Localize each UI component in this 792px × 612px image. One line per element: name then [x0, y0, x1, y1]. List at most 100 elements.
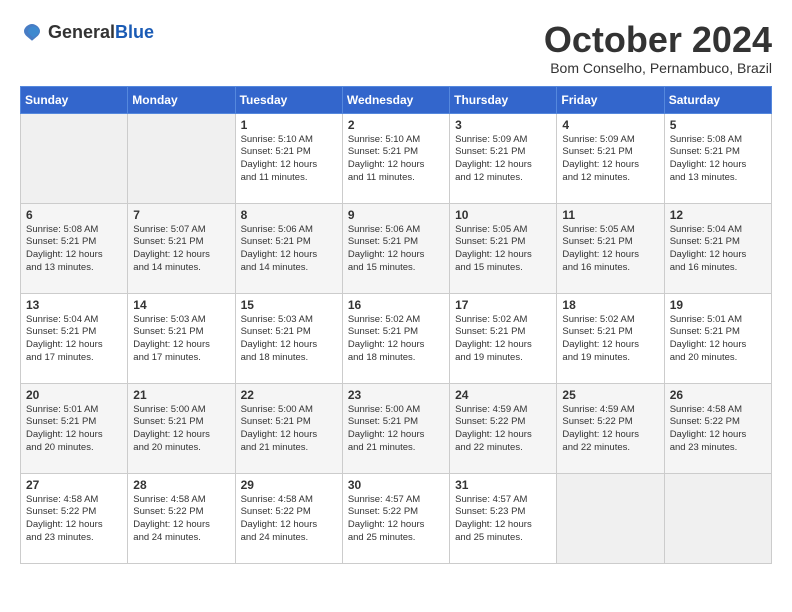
day-info: Sunrise: 5:00 AM Sunset: 5:21 PM Dayligh… [241, 404, 337, 455]
calendar-table: SundayMondayTuesdayWednesdayThursdayFrid… [20, 86, 772, 564]
day-info: Sunrise: 5:01 AM Sunset: 5:21 PM Dayligh… [670, 314, 766, 365]
day-info: Sunrise: 5:07 AM Sunset: 5:21 PM Dayligh… [133, 224, 229, 275]
day-number: 22 [241, 388, 337, 402]
calendar-cell: 28 Sunrise: 4:58 AM Sunset: 5:22 PM Dayli… [128, 473, 235, 563]
weekday-header-friday: Friday [557, 86, 664, 113]
calendar-cell: 2 Sunrise: 5:10 AM Sunset: 5:21 PM Daylig… [342, 113, 449, 203]
calendar-cell: 20 Sunrise: 5:01 AM Sunset: 5:21 PM Dayli… [21, 383, 128, 473]
day-number: 21 [133, 388, 229, 402]
day-info: Sunrise: 4:57 AM Sunset: 5:22 PM Dayligh… [348, 494, 444, 545]
calendar-cell [128, 113, 235, 203]
day-number: 8 [241, 208, 337, 222]
calendar-cell: 11 Sunrise: 5:05 AM Sunset: 5:21 PM Dayli… [557, 203, 664, 293]
weekday-header-thursday: Thursday [450, 86, 557, 113]
title-block: October 2024 Bom Conselho, Pernambuco, B… [544, 20, 772, 76]
day-info: Sunrise: 5:04 AM Sunset: 5:21 PM Dayligh… [26, 314, 122, 365]
calendar-cell [664, 473, 771, 563]
day-info: Sunrise: 5:09 AM Sunset: 5:21 PM Dayligh… [562, 134, 658, 185]
calendar-cell: 5 Sunrise: 5:08 AM Sunset: 5:21 PM Daylig… [664, 113, 771, 203]
day-number: 27 [26, 478, 122, 492]
day-info: Sunrise: 5:10 AM Sunset: 5:21 PM Dayligh… [348, 134, 444, 185]
weekday-header-tuesday: Tuesday [235, 86, 342, 113]
calendar-cell: 24Sunrise: 4:59 AM Sunset: 5:22 PM Dayli… [450, 383, 557, 473]
day-number: 6 [26, 208, 122, 222]
calendar-cell [21, 113, 128, 203]
day-info: Sunrise: 5:04 AM Sunset: 5:21 PM Dayligh… [670, 224, 766, 275]
calendar-cell: 31 Sunrise: 4:57 AM Sunset: 5:23 PM Dayli… [450, 473, 557, 563]
day-number: 5 [670, 118, 766, 132]
logo-general: General [48, 22, 115, 42]
day-number: 4 [562, 118, 658, 132]
day-number: 30 [348, 478, 444, 492]
day-number: 17 [455, 298, 551, 312]
calendar-week-row: 13Sunrise: 5:04 AM Sunset: 5:21 PM Dayli… [21, 293, 772, 383]
day-info: Sunrise: 4:59 AM Sunset: 5:22 PM Dayligh… [562, 404, 658, 455]
calendar-cell: 13Sunrise: 5:04 AM Sunset: 5:21 PM Dayli… [21, 293, 128, 383]
logo-text: GeneralBlue [48, 22, 154, 43]
day-info: Sunrise: 5:10 AM Sunset: 5:21 PM Dayligh… [241, 134, 337, 185]
day-info: Sunrise: 5:09 AM Sunset: 5:21 PM Dayligh… [455, 134, 551, 185]
calendar-cell: 29 Sunrise: 4:58 AM Sunset: 5:22 PM Dayli… [235, 473, 342, 563]
day-number: 15 [241, 298, 337, 312]
logo: GeneralBlue [20, 20, 154, 44]
day-info: Sunrise: 5:03 AM Sunset: 5:21 PM Dayligh… [133, 314, 229, 365]
logo-blue: Blue [115, 22, 154, 42]
calendar-cell: 3 Sunrise: 5:09 AM Sunset: 5:21 PM Daylig… [450, 113, 557, 203]
calendar-week-row: 6 Sunrise: 5:08 AM Sunset: 5:21 PM Daylig… [21, 203, 772, 293]
day-number: 28 [133, 478, 229, 492]
weekday-header-saturday: Saturday [664, 86, 771, 113]
day-info: Sunrise: 5:02 AM Sunset: 5:21 PM Dayligh… [348, 314, 444, 365]
day-number: 18 [562, 298, 658, 312]
day-info: Sunrise: 5:05 AM Sunset: 5:21 PM Dayligh… [562, 224, 658, 275]
calendar-cell: 14 Sunrise: 5:03 AM Sunset: 5:21 PM Dayli… [128, 293, 235, 383]
day-number: 14 [133, 298, 229, 312]
day-number: 23 [348, 388, 444, 402]
calendar-cell: 27 Sunrise: 4:58 AM Sunset: 5:22 PM Dayli… [21, 473, 128, 563]
logo-icon [20, 20, 44, 44]
day-number: 1 [241, 118, 337, 132]
calendar-cell: 1 Sunrise: 5:10 AM Sunset: 5:21 PM Daylig… [235, 113, 342, 203]
calendar-cell: 26 Sunrise: 4:58 AM Sunset: 5:22 PM Dayli… [664, 383, 771, 473]
day-number: 16 [348, 298, 444, 312]
day-info: Sunrise: 5:02 AM Sunset: 5:21 PM Dayligh… [562, 314, 658, 365]
calendar-cell: 19Sunrise: 5:01 AM Sunset: 5:21 PM Dayli… [664, 293, 771, 383]
location-title: Bom Conselho, Pernambuco, Brazil [544, 60, 772, 76]
weekday-header-monday: Monday [128, 86, 235, 113]
day-number: 31 [455, 478, 551, 492]
calendar-cell: 8Sunrise: 5:06 AM Sunset: 5:21 PM Daylig… [235, 203, 342, 293]
day-number: 7 [133, 208, 229, 222]
day-info: Sunrise: 4:59 AM Sunset: 5:22 PM Dayligh… [455, 404, 551, 455]
calendar-cell: 7 Sunrise: 5:07 AM Sunset: 5:21 PM Daylig… [128, 203, 235, 293]
calendar-cell: 17 Sunrise: 5:02 AM Sunset: 5:21 PM Dayli… [450, 293, 557, 383]
calendar-cell: 18 Sunrise: 5:02 AM Sunset: 5:21 PM Dayli… [557, 293, 664, 383]
calendar-cell: 22 Sunrise: 5:00 AM Sunset: 5:21 PM Dayli… [235, 383, 342, 473]
page-header: GeneralBlue October 2024 Bom Conselho, P… [20, 20, 772, 76]
day-number: 12 [670, 208, 766, 222]
day-number: 25 [562, 388, 658, 402]
day-info: Sunrise: 5:01 AM Sunset: 5:21 PM Dayligh… [26, 404, 122, 455]
day-info: Sunrise: 5:02 AM Sunset: 5:21 PM Dayligh… [455, 314, 551, 365]
day-number: 26 [670, 388, 766, 402]
day-info: Sunrise: 4:58 AM Sunset: 5:22 PM Dayligh… [670, 404, 766, 455]
day-number: 3 [455, 118, 551, 132]
day-info: Sunrise: 5:08 AM Sunset: 5:21 PM Dayligh… [670, 134, 766, 185]
day-number: 20 [26, 388, 122, 402]
day-info: Sunrise: 5:08 AM Sunset: 5:21 PM Dayligh… [26, 224, 122, 275]
day-number: 2 [348, 118, 444, 132]
calendar-week-row: 1 Sunrise: 5:10 AM Sunset: 5:21 PM Daylig… [21, 113, 772, 203]
calendar-cell: 15Sunrise: 5:03 AM Sunset: 5:21 PM Dayli… [235, 293, 342, 383]
weekday-header-row: SundayMondayTuesdayWednesdayThursdayFrid… [21, 86, 772, 113]
calendar-cell: 4 Sunrise: 5:09 AM Sunset: 5:21 PM Daylig… [557, 113, 664, 203]
weekday-header-sunday: Sunday [21, 86, 128, 113]
day-info: Sunrise: 4:58 AM Sunset: 5:22 PM Dayligh… [26, 494, 122, 545]
calendar-cell: 23Sunrise: 5:00 AM Sunset: 5:21 PM Dayli… [342, 383, 449, 473]
calendar-cell: 16 Sunrise: 5:02 AM Sunset: 5:21 PM Dayli… [342, 293, 449, 383]
day-number: 29 [241, 478, 337, 492]
day-info: Sunrise: 4:58 AM Sunset: 5:22 PM Dayligh… [133, 494, 229, 545]
day-info: Sunrise: 4:58 AM Sunset: 5:22 PM Dayligh… [241, 494, 337, 545]
day-info: Sunrise: 4:57 AM Sunset: 5:23 PM Dayligh… [455, 494, 551, 545]
month-title: October 2024 [544, 20, 772, 60]
calendar-cell [557, 473, 664, 563]
day-number: 11 [562, 208, 658, 222]
calendar-cell: 10Sunrise: 5:05 AM Sunset: 5:21 PM Dayli… [450, 203, 557, 293]
